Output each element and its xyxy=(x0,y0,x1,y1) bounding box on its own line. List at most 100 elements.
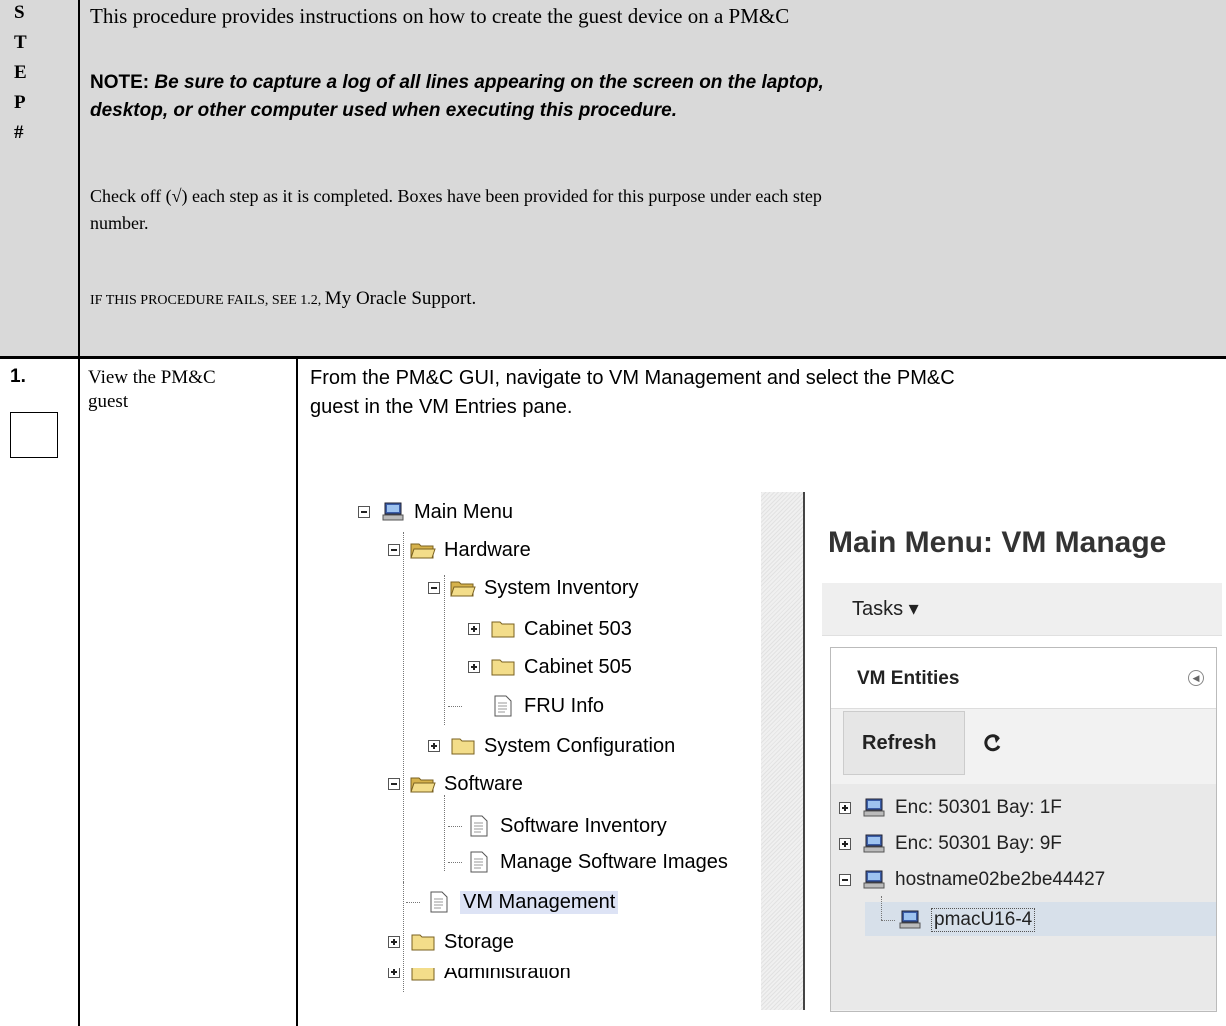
vm-entities-list: Enc: 50301 Bay: 1F Enc: 50301 Bay: 9F ho… xyxy=(831,784,1216,1010)
failure-note: IF THIS PROCEDURE FAILS, SEE 1.2, My Ora… xyxy=(90,288,476,310)
tree-label: Administration xyxy=(444,968,571,982)
tree-label: Hardware xyxy=(444,538,531,561)
tree-item-vm-management[interactable]: VM Management xyxy=(426,888,619,916)
document-icon xyxy=(466,815,492,837)
tree-item-software[interactable]: Software xyxy=(388,770,523,798)
failure-prefix: IF THIS PROCEDURE FAILS, SEE 1.2, xyxy=(90,293,325,308)
collapse-icon[interactable] xyxy=(358,506,370,518)
tree-label: Software xyxy=(444,772,523,795)
column-divider xyxy=(78,359,80,1026)
expand-icon[interactable] xyxy=(388,936,400,948)
collapse-icon[interactable] xyxy=(388,544,400,556)
pane-splitter[interactable] xyxy=(761,492,805,1010)
tree-label: FRU Info xyxy=(524,694,605,717)
open-folder-icon xyxy=(410,539,436,561)
computer-icon xyxy=(861,797,887,819)
check-text-1: Check off (√) each step as it is complet… xyxy=(90,186,822,206)
tree-item-system-inventory[interactable]: System Inventory xyxy=(428,574,639,602)
refresh-label: Refresh xyxy=(862,732,937,754)
note-text-1: Be sure to capture a log of all lines ap… xyxy=(154,72,824,93)
computer-icon xyxy=(861,869,887,891)
expand-icon[interactable] xyxy=(388,968,400,978)
vm-entry-label: Enc: 50301 Bay: 1F xyxy=(895,797,1062,818)
computer-icon xyxy=(897,909,923,931)
tree-label: Manage Software Images xyxy=(500,850,728,873)
computer-icon xyxy=(380,501,406,523)
document-icon xyxy=(426,891,452,913)
folder-icon xyxy=(490,656,516,678)
tree-item-hardware[interactable]: Hardware xyxy=(388,536,531,564)
step-checkbox[interactable] xyxy=(10,412,58,458)
step-title-line: guest xyxy=(88,391,129,412)
tree-label: VM Management xyxy=(460,890,619,914)
vm-entry-label: pmacU16-4 xyxy=(931,908,1036,932)
collapse-icon[interactable] xyxy=(428,582,440,594)
note-line-1: NOTE: Be sure to capture a log of all li… xyxy=(90,72,824,94)
expand-icon[interactable] xyxy=(468,623,480,635)
tree-item-administration-clipped[interactable]: Administration xyxy=(388,968,571,982)
tree-item-system-configuration[interactable]: System Configuration xyxy=(428,732,675,760)
tree-item-fru-info[interactable]: FRU Info xyxy=(490,692,604,720)
expand-icon[interactable] xyxy=(468,661,480,673)
tree-item-main-menu[interactable]: Main Menu xyxy=(358,498,513,526)
row-divider xyxy=(0,356,1226,359)
vm-entities-header: VM Entities ◀ xyxy=(831,648,1216,709)
step-letter: P xyxy=(14,92,26,113)
collapse-icon[interactable] xyxy=(388,778,400,790)
expand-icon[interactable] xyxy=(428,740,440,752)
open-folder-icon xyxy=(450,577,476,599)
computer-icon xyxy=(861,833,887,855)
collapse-panel-icon[interactable]: ◀ xyxy=(1188,670,1204,686)
step-title-line: View the PM&C xyxy=(88,367,216,388)
tree-item-cabinet-503[interactable]: Cabinet 503 xyxy=(468,615,632,643)
vm-entry[interactable]: Enc: 50301 Bay: 1F xyxy=(839,794,1062,822)
note-label: NOTE: xyxy=(90,72,150,93)
folder-icon xyxy=(410,931,436,953)
tasks-toolbar: Tasks ▾ xyxy=(822,583,1222,636)
vm-entities-title: VM Entities xyxy=(857,668,960,689)
open-folder-icon xyxy=(410,773,436,795)
step-letter: # xyxy=(14,122,24,143)
procedure-header: S T E P # This procedure provides instru… xyxy=(0,0,1226,356)
vm-entry[interactable]: hostname02be2be44427 xyxy=(839,866,1105,894)
folder-icon xyxy=(490,618,516,640)
folder-icon xyxy=(450,735,476,757)
document-icon xyxy=(490,695,516,717)
step-letter: T xyxy=(14,32,27,53)
tree-label: Cabinet 503 xyxy=(524,617,632,640)
step-letter: E xyxy=(14,62,27,83)
refresh-icon[interactable] xyxy=(981,732,1003,754)
tree-label: Main Menu xyxy=(414,500,513,523)
tasks-menu[interactable]: Tasks ▾ xyxy=(852,596,919,621)
support-link[interactable]: My Oracle Support. xyxy=(325,288,476,309)
tree-label: System Configuration xyxy=(484,734,676,757)
column-divider xyxy=(296,359,298,1026)
tree-label: Software Inventory xyxy=(500,814,667,837)
instruction-line: From the PM&C GUI, navigate to VM Manage… xyxy=(310,367,955,389)
vm-entry-selected[interactable]: pmacU16-4 xyxy=(897,906,1036,934)
vm-entities-panel: VM Entities ◀ Refresh Enc: 50301 Bay: 1F… xyxy=(830,647,1217,1012)
tree-item-storage[interactable]: Storage xyxy=(388,928,514,956)
step-letter: S xyxy=(14,2,25,23)
expand-icon[interactable] xyxy=(839,802,851,814)
document-icon xyxy=(466,851,492,873)
instruction-line: guest in the VM Entries pane. xyxy=(310,396,573,418)
procedure-intro: This procedure provides instructions on … xyxy=(80,0,1226,356)
tree-label: System Inventory xyxy=(484,576,639,599)
collapse-icon[interactable] xyxy=(839,874,851,886)
step-title: View the PM&C guest xyxy=(88,366,216,414)
vm-entry[interactable]: Enc: 50301 Bay: 9F xyxy=(839,830,1062,858)
step-number: 1. xyxy=(10,366,26,387)
tree-label: Storage xyxy=(444,930,515,953)
tree-item-cabinet-505[interactable]: Cabinet 505 xyxy=(468,653,632,681)
refresh-button[interactable]: Refresh xyxy=(843,711,965,775)
page-title: Main Menu: VM Manage xyxy=(828,526,1167,559)
tree-item-software-inventory[interactable]: Software Inventory xyxy=(466,812,667,840)
vm-entry-label: hostname02be2be44427 xyxy=(895,869,1106,890)
expand-icon[interactable] xyxy=(839,838,851,850)
note-text-2: desktop, or other computer used when exe… xyxy=(90,100,677,121)
tree-item-manage-software-images[interactable]: Manage Software Images xyxy=(466,848,728,876)
tree-label: Cabinet 505 xyxy=(524,655,632,678)
step-instruction: From the PM&C GUI, navigate to VM Manage… xyxy=(310,364,955,422)
step-column-header: S T E P # xyxy=(0,0,80,356)
